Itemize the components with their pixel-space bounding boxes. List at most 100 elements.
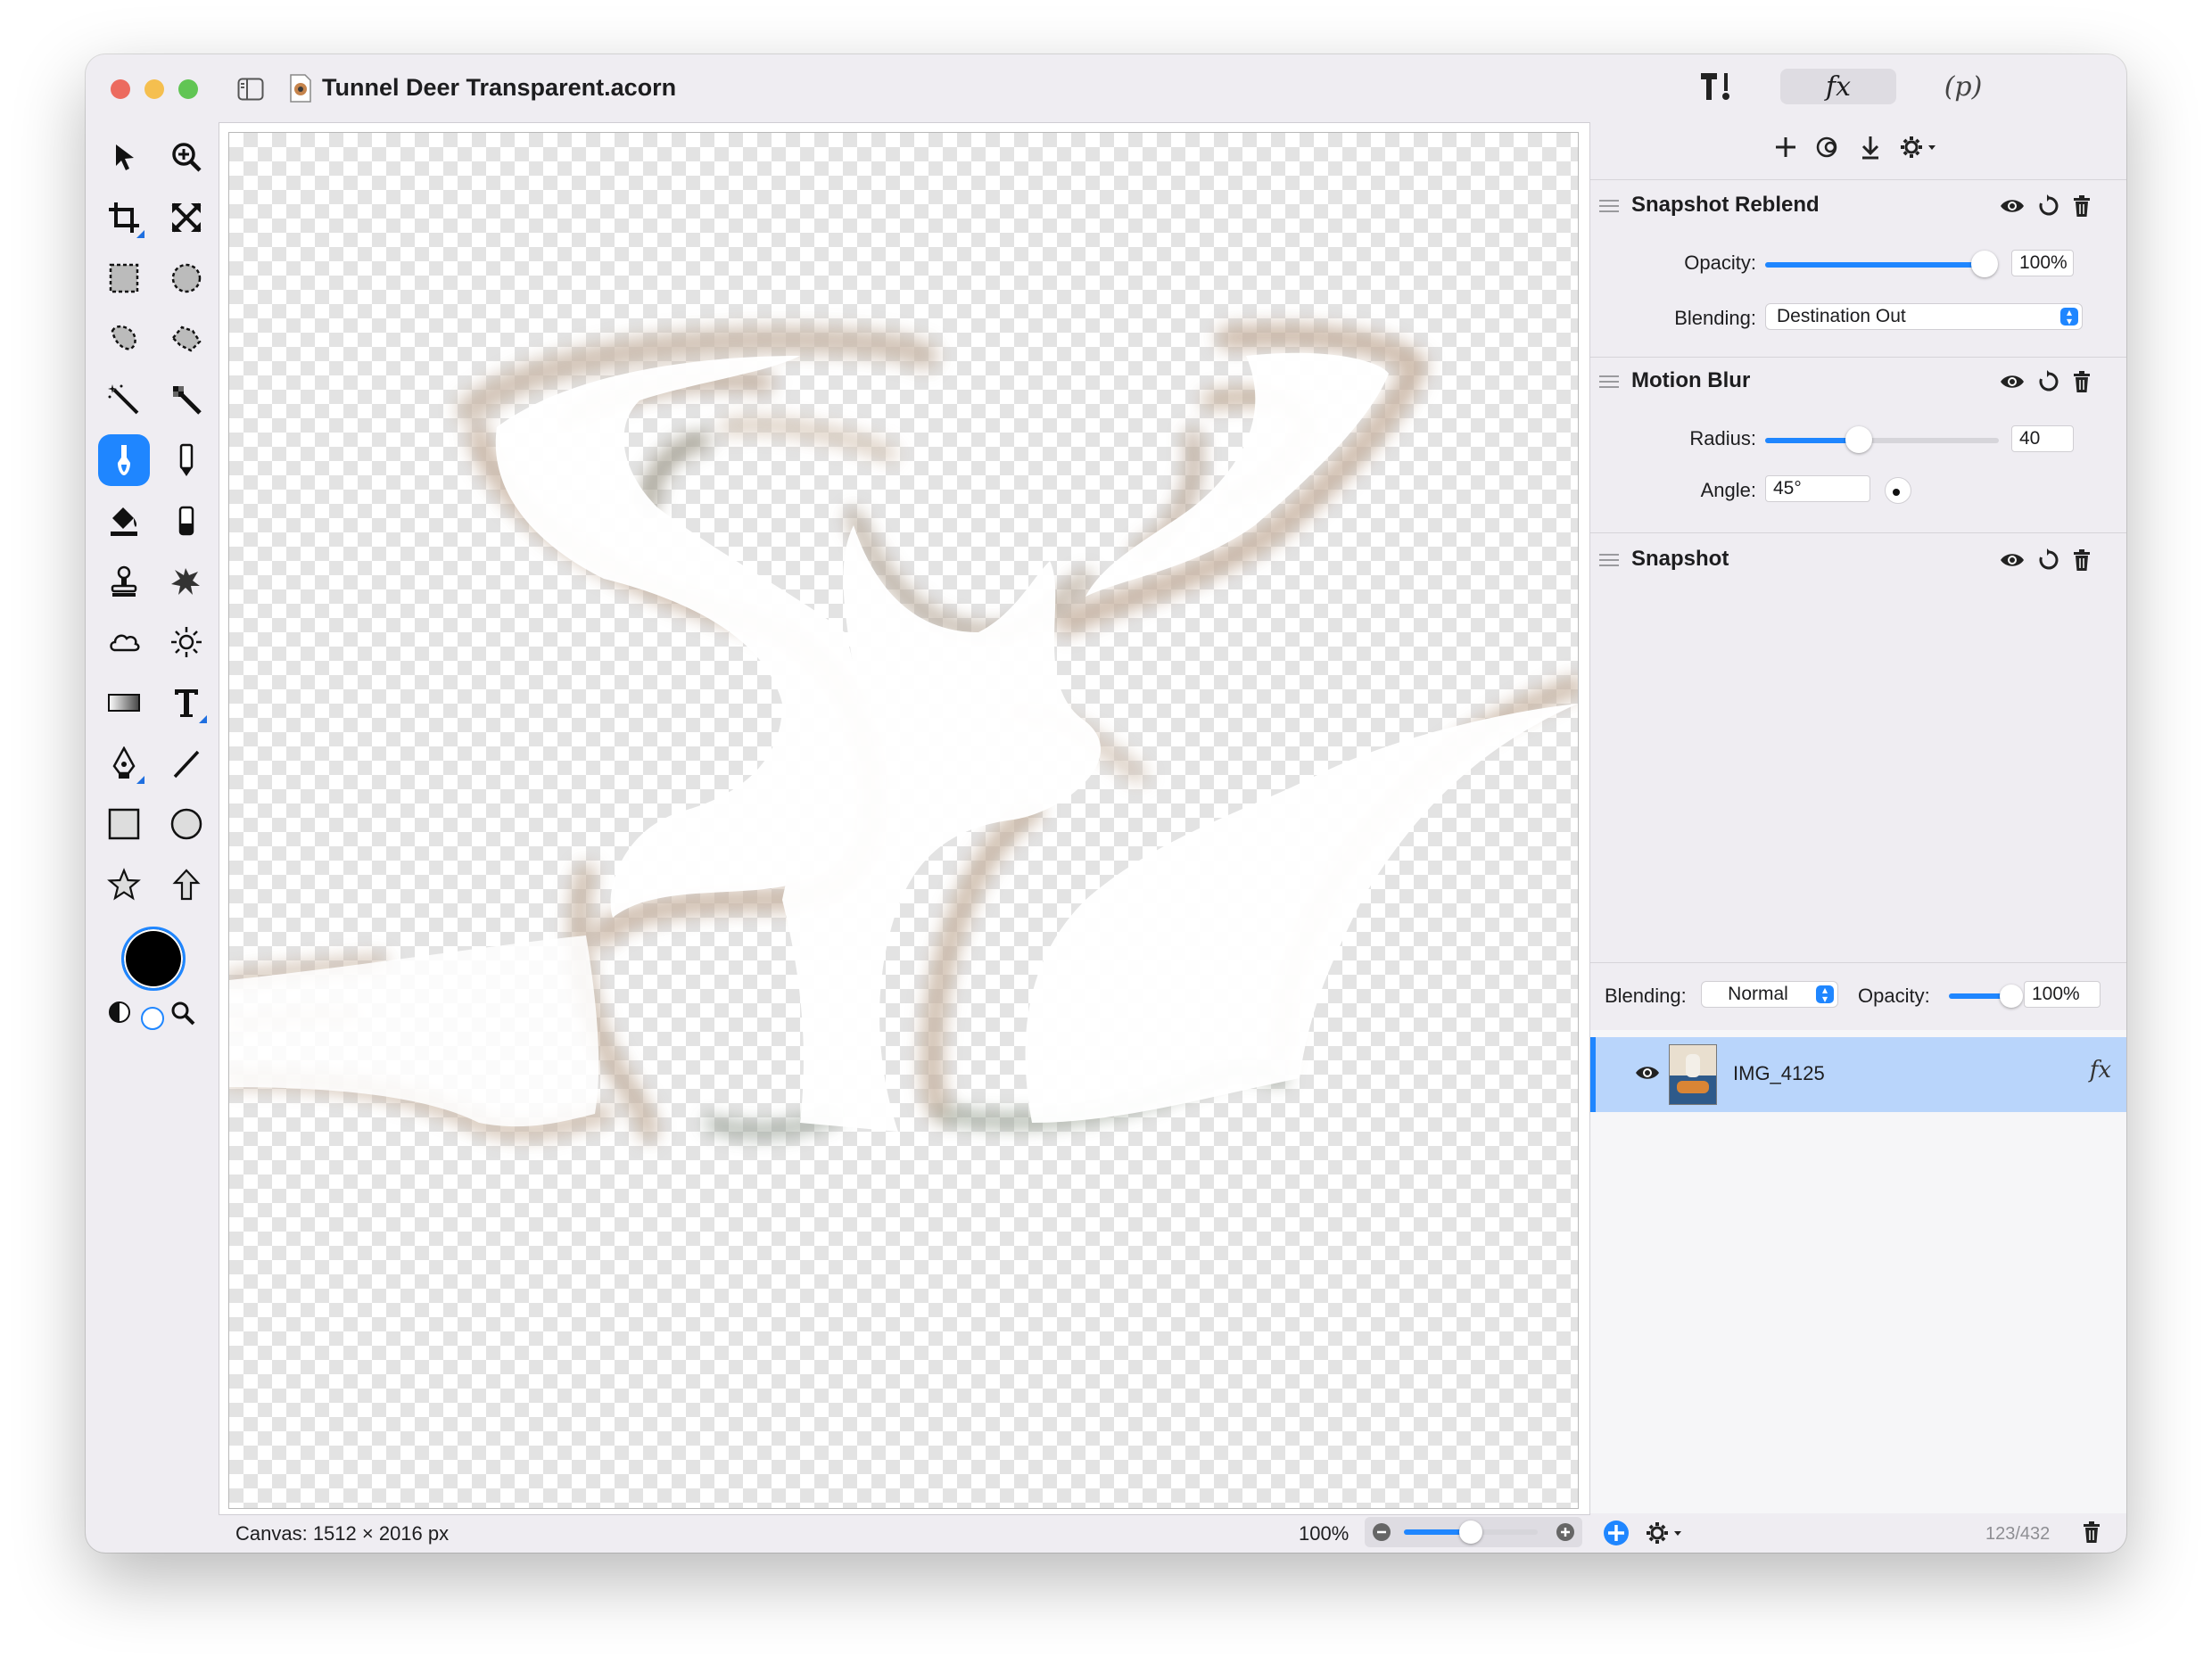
layer-blending-label: Blending: — [1605, 985, 1687, 1007]
gradient-tool[interactable] — [98, 677, 150, 729]
trash-icon[interactable] — [2072, 370, 2092, 393]
star-tool[interactable] — [98, 859, 150, 911]
opacity-slider-knob[interactable] — [1971, 251, 1998, 277]
sidebar-toggle-icon[interactable] — [237, 78, 264, 101]
drag-handle-icon[interactable] — [1599, 200, 1619, 212]
angle-field[interactable]: 45° — [1765, 475, 1870, 502]
filters-panel: Snapshot Reblend Opacity: 100% Blending:… — [1589, 122, 2126, 1513]
angle-dial[interactable] — [1885, 477, 1911, 504]
memory-usage: 123/432 — [1985, 1524, 2051, 1544]
lasso-tool[interactable] — [98, 313, 150, 365]
color-select-tool[interactable] — [161, 374, 212, 425]
drag-handle-icon[interactable] — [1599, 554, 1619, 566]
trash-icon[interactable] — [2072, 548, 2092, 572]
foreground-color-well[interactable] — [121, 927, 186, 991]
oval-tool[interactable] — [161, 798, 212, 850]
eye-icon[interactable] — [1999, 371, 2026, 392]
gear-icon[interactable] — [1899, 135, 1938, 160]
drag-handle-icon[interactable] — [1599, 375, 1619, 388]
filter-motion-blur: Motion Blur Radius: 40 Angle: 45° — [1590, 356, 2126, 533]
radius-field[interactable]: 40 — [2011, 425, 2074, 452]
eye-icon[interactable] — [1999, 195, 2026, 217]
paint-bucket-icon — [111, 507, 137, 536]
select-tool[interactable] — [98, 131, 150, 183]
tools-inspector-button[interactable] — [1691, 69, 1745, 104]
trash-icon[interactable] — [2072, 194, 2092, 218]
zoom-slider-knob[interactable] — [1459, 1521, 1482, 1544]
app-window: Tunnel Deer Transparent.acorn fx (p) Sna… — [86, 54, 2126, 1553]
clone-tool[interactable] — [98, 556, 150, 607]
layer-row[interactable]: IMG_4125 fx — [1590, 1037, 2126, 1112]
filter-snapshot: Snapshot — [1590, 532, 2126, 595]
angle-label: Angle: — [1700, 479, 1756, 501]
close-button[interactable] — [111, 79, 130, 99]
minimize-button[interactable] — [144, 79, 164, 99]
add-layer-icon[interactable] — [1602, 1519, 1630, 1547]
document-icon — [290, 74, 311, 103]
expand-arrows-icon — [171, 202, 202, 233]
zoom-button[interactable] — [178, 79, 198, 99]
rectangle-tool[interactable] — [98, 798, 150, 850]
burn-tool[interactable] — [98, 616, 150, 668]
title-bar: Tunnel Deer Transparent.acorn fx (p) — [86, 54, 2126, 122]
layer-controls: Blending: Normal ▴ ▾ Opacity: 100% — [1590, 962, 2126, 1031]
pen-tool[interactable] — [98, 738, 150, 789]
background-color-well[interactable] — [141, 1007, 164, 1030]
layer-opacity-slider[interactable] — [1949, 985, 2023, 1008]
plus-icon[interactable] — [1774, 136, 1797, 159]
window-title: Tunnel Deer Transparent.acorn — [322, 74, 677, 101]
layer-blending-select[interactable]: Normal ▴ ▾ — [1701, 981, 1838, 1008]
reset-icon[interactable] — [2038, 370, 2059, 393]
magic-wand-tool[interactable] — [98, 374, 150, 425]
stamp-icon — [111, 565, 137, 597]
crop-tool[interactable] — [98, 192, 150, 243]
layer-opacity-slider-knob[interactable] — [2000, 985, 2023, 1008]
rect-select-tool[interactable] — [98, 252, 150, 304]
dodge-tool[interactable] — [161, 616, 212, 668]
filter-actions — [1999, 370, 2092, 393]
opacity-field[interactable]: 100% — [2011, 250, 2074, 276]
layer-name: IMG_4125 — [1733, 1062, 1825, 1084]
layer-opacity-field[interactable]: 100% — [2024, 981, 2101, 1008]
tool-palette — [86, 122, 219, 1513]
download-icon[interactable] — [1860, 135, 1881, 160]
zoom-out-icon[interactable] — [1372, 1522, 1391, 1542]
filter-chain-icon[interactable] — [1815, 136, 1842, 159]
layer-fx-badge[interactable]: fx — [2090, 1057, 2111, 1084]
eye-icon[interactable] — [1999, 549, 2026, 571]
layer-thumbnail — [1669, 1044, 1717, 1105]
filters-inspector-button[interactable]: fx — [1780, 69, 1896, 104]
loupe-icon[interactable] — [169, 1000, 196, 1026]
swap-colors-icon[interactable] — [107, 1000, 132, 1025]
pencil-tool[interactable] — [161, 434, 212, 486]
blending-value: Destination Out — [1777, 306, 1906, 326]
filter-actions — [1999, 548, 2092, 572]
layer-gear-icon[interactable] — [1643, 1521, 1686, 1545]
eraser-tool[interactable] — [161, 495, 212, 547]
fill-tool[interactable] — [98, 495, 150, 547]
zoom-tool[interactable] — [161, 131, 212, 183]
smudge-tool[interactable] — [161, 556, 212, 607]
reset-icon[interactable] — [2038, 548, 2059, 572]
image-canvas[interactable] — [228, 132, 1579, 1509]
line-tool[interactable] — [161, 738, 212, 789]
radius-slider-knob[interactable] — [1845, 426, 1872, 453]
ellipse-select-tool[interactable] — [161, 252, 212, 304]
eye-icon[interactable] — [1633, 1062, 1662, 1084]
radius-slider[interactable] — [1765, 426, 1999, 453]
delete-layer-icon[interactable] — [2082, 1521, 2101, 1544]
blending-select[interactable]: Destination Out ▴ ▾ — [1765, 303, 2083, 330]
arrow-cursor-icon — [116, 144, 134, 170]
rect-marquee-icon — [109, 263, 139, 293]
filter-actions — [1999, 194, 2092, 218]
reset-icon[interactable] — [2038, 194, 2059, 218]
zoom-in-small-icon[interactable] — [1556, 1522, 1575, 1542]
opacity-slider[interactable] — [1765, 251, 1998, 277]
brush-tool[interactable] — [98, 434, 150, 486]
arrow-tool[interactable] — [161, 859, 212, 911]
zoom-slider[interactable] — [1404, 1521, 1538, 1544]
transform-tool[interactable] — [161, 192, 212, 243]
polygon-lasso-tool[interactable] — [161, 313, 212, 365]
text-tool[interactable] — [161, 677, 212, 729]
properties-inspector-button[interactable]: (p) — [1923, 69, 2003, 104]
